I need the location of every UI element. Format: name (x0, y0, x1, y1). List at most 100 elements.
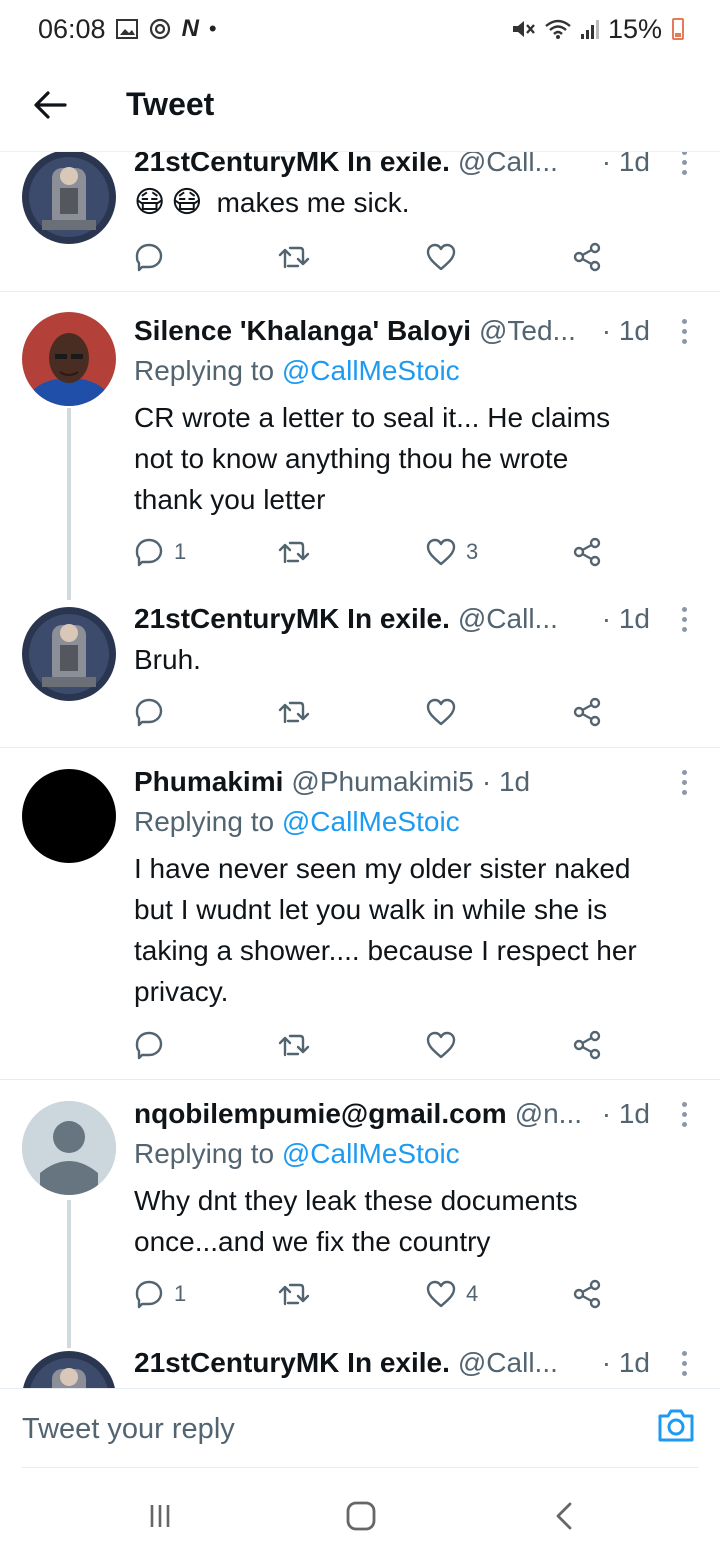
avatar[interactable] (22, 607, 116, 701)
author-handle[interactable]: @Call... (458, 603, 558, 635)
more-options-button[interactable] (674, 762, 694, 802)
author-name[interactable]: 21stCenturyMK In exile. (134, 603, 450, 635)
share-button[interactable] (572, 1025, 602, 1065)
author-handle[interactable]: @n... (515, 1098, 582, 1130)
author-name[interactable]: nqobilempumie@gmail.com (134, 1098, 507, 1130)
replying-to-mention[interactable]: @CallMeStoic (282, 355, 460, 386)
more-options-button[interactable] (674, 599, 694, 639)
system-back-button[interactable] (544, 1498, 584, 1534)
avatar[interactable] (22, 152, 116, 244)
like-button[interactable] (426, 237, 456, 277)
home-button[interactable] (341, 1498, 381, 1534)
author-handle[interactable]: @Call... (458, 1347, 558, 1379)
avatar[interactable] (22, 1101, 116, 1195)
replying-to: Replying to @CallMeStoic (134, 1138, 460, 1170)
reply-icon (135, 538, 163, 567)
status-time: 06:08 (38, 13, 106, 44)
tweet-text: 😷 😷 makes me sick. (134, 182, 692, 223)
retweet-icon (278, 701, 310, 724)
author-name[interactable]: Silence 'Khalanga' Baloyi (134, 315, 471, 347)
share-icon (573, 1279, 601, 1309)
tweet[interactable]: Phumakimi @Phumakimi5 · 1d Replying to @… (0, 747, 720, 1079)
author-name[interactable]: Phumakimi (134, 766, 283, 798)
replying-to-mention[interactable]: @CallMeStoic (282, 1138, 460, 1169)
status-bar: 06:08 N • 15% (0, 0, 720, 58)
tweet[interactable]: 21stCenturyMK In exile. @Call... · 1d 😷 … (0, 152, 720, 290)
tweet-time: · 1d (601, 603, 650, 634)
like-button[interactable]: 3 (426, 532, 478, 572)
share-button[interactable] (572, 1274, 602, 1314)
tweet-actions (134, 237, 614, 277)
author-handle[interactable]: @Phumakimi5 (291, 766, 473, 798)
share-icon (573, 242, 601, 272)
retweet-button[interactable] (278, 1274, 310, 1314)
more-options-button[interactable] (674, 1094, 694, 1134)
reply-button[interactable] (134, 692, 164, 732)
tweet[interactable]: 21stCenturyMK In exile. @Call... · 1d Br… (0, 603, 720, 747)
like-button[interactable]: 4 (426, 1274, 478, 1314)
avatar[interactable] (22, 769, 116, 863)
retweet-icon (278, 541, 310, 564)
tweet-text-line: CR wrote a letter to seal it... He claim… (134, 402, 611, 433)
tweet-text-line: but I wudnt let you walk in while she is (134, 894, 608, 925)
camera-button[interactable] (656, 1405, 696, 1445)
recent-apps-icon (150, 1505, 170, 1527)
camera-icon (658, 1409, 694, 1442)
tweet-text-line: Why dnt they leak these documents (134, 1185, 578, 1216)
avatar[interactable] (22, 1351, 116, 1388)
like-button[interactable] (426, 692, 456, 732)
more-options-button[interactable] (674, 152, 694, 182)
tweet-text: CR wrote a letter to seal it... He claim… (134, 397, 692, 520)
reply-button[interactable]: 1 (134, 532, 186, 572)
retweet-button[interactable] (278, 1025, 310, 1065)
share-button[interactable] (572, 532, 602, 572)
reply-thread[interactable]: 21stCenturyMK In exile. @Call... · 1d 😷 … (0, 152, 720, 1388)
more-options-button[interactable] (674, 311, 694, 351)
reply-count: 1 (174, 1281, 187, 1306)
more-options-button[interactable] (674, 1343, 694, 1383)
tweet-text-line: taking a shower.... because I respect he… (134, 935, 637, 966)
reply-input[interactable]: Tweet your reply (22, 1413, 235, 1446)
tweet[interactable]: nqobilempumie@gmail.com @n... · 1d Reply… (0, 1079, 720, 1351)
retweet-button[interactable] (278, 532, 310, 572)
signal-icon (580, 18, 600, 40)
reply-button[interactable]: 1 (134, 1274, 186, 1314)
tweet[interactable]: 21stCenturyMK In exile. @Call... · 1d (0, 1347, 720, 1388)
reply-composer[interactable]: Tweet your reply (0, 1388, 720, 1468)
avatar[interactable] (22, 312, 116, 406)
recent-apps-button[interactable] (140, 1498, 180, 1534)
reply-button[interactable] (134, 1025, 164, 1065)
mask-emoji: 😷 (171, 186, 203, 219)
back-button[interactable] (20, 75, 80, 135)
tweet-header: 21stCenturyMK In exile. @Call... · 1d (134, 152, 650, 182)
tweet-text-line: I have never seen my older sister naked (134, 853, 631, 884)
tweet-header: 21stCenturyMK In exile. @Call... · 1d (134, 1343, 650, 1383)
heart-icon (426, 1280, 456, 1308)
heart-icon (426, 243, 456, 271)
author-handle[interactable]: @Call... (458, 152, 558, 178)
page-title: Tweet (126, 86, 215, 122)
default-avatar-icon (22, 1101, 116, 1195)
retweet-button[interactable] (278, 692, 310, 732)
share-button[interactable] (572, 692, 602, 732)
reply-button[interactable] (134, 237, 164, 277)
share-button[interactable] (572, 237, 602, 277)
battery-percent: 15% (607, 13, 662, 44)
tweet-time: · 1d (601, 1347, 650, 1378)
like-button[interactable] (426, 1025, 456, 1065)
replying-prefix: Replying to (134, 806, 275, 837)
tweet[interactable]: Silence 'Khalanga' Baloyi @Ted... · 1d R… (0, 291, 720, 607)
reply-icon (135, 1031, 163, 1060)
heart-icon (426, 538, 456, 566)
retweet-button[interactable] (278, 237, 310, 277)
author-name[interactable]: 21stCenturyMK In exile. (134, 1347, 450, 1379)
reply-icon (135, 243, 163, 272)
tweet-header: Phumakimi @Phumakimi5 · 1d (134, 762, 600, 802)
reply-icon (135, 698, 163, 727)
tweet-time: · 1d (601, 315, 650, 346)
replying-to-mention[interactable]: @CallMeStoic (282, 806, 460, 837)
status-bar-left: 06:08 N • (38, 14, 217, 45)
tweet-header: nqobilempumie@gmail.com @n... · 1d (134, 1094, 650, 1134)
author-name[interactable]: 21stCenturyMK In exile. (134, 152, 450, 178)
author-handle[interactable]: @Ted... (479, 315, 576, 347)
